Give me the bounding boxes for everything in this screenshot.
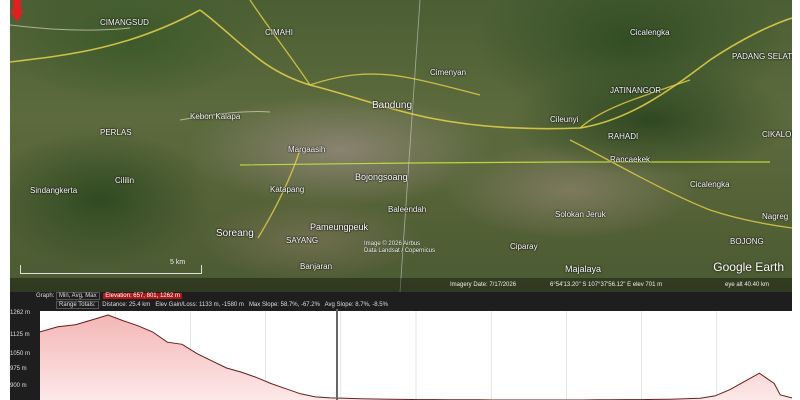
- road-south: [257, 79, 792, 239]
- place-label-cileunyi[interactable]: Cileunyi: [550, 115, 578, 124]
- elevation-plot[interactable]: [39, 311, 792, 400]
- place-label-cicalengka-south[interactable]: Cicalengka: [690, 180, 730, 189]
- google-earth-logo: Google Earth: [713, 260, 784, 274]
- satellite-map[interactable]: Bandung Cimenyan CIMAHI CIMANGSUD Cicale…: [10, 0, 792, 292]
- elevation-profile-panel: Graph: Min, Avg, Max Elevation: 657, 801…: [10, 292, 792, 400]
- road-north: [249, 0, 481, 96]
- profile-cursor-line[interactable]: [336, 309, 338, 400]
- place-label-padang-selatan[interactable]: PADANG SELATAN: [732, 52, 792, 61]
- place-label-margaasih[interactable]: Margaasih: [288, 145, 325, 154]
- eye-altitude: eye alt 40.40 km: [725, 282, 770, 288]
- place-label-kebon-kalapa[interactable]: Kebon Kalapa: [190, 112, 240, 121]
- range-totals-label[interactable]: Range Totals:: [56, 301, 99, 309]
- elevation-readout[interactable]: Elevation: 657, 801, 1262 m: [103, 293, 182, 299]
- place-label-baleendah[interactable]: Baleendah: [388, 205, 426, 214]
- y-tick-label: 900 m: [10, 383, 27, 389]
- y-tick-label: 1125 m: [10, 332, 30, 338]
- place-label-cimahi[interactable]: CIMAHI: [265, 28, 293, 37]
- place-label-bojongsoang[interactable]: Bojongsoang: [355, 172, 408, 182]
- graph-mode-button[interactable]: Min, Avg, Max: [56, 292, 100, 300]
- google-earth-window: Bandung Cimenyan CIMAHI CIMANGSUD Cicale…: [10, 0, 792, 400]
- place-label-banjaran[interactable]: Banjaran: [300, 262, 332, 271]
- place-label-jatinangor[interactable]: JATINANGOR: [610, 86, 661, 95]
- max-slope-readout: Max Slope: 58.7%, -67.2%: [248, 302, 320, 308]
- distance-readout: Distance: 25.4 km: [102, 302, 151, 308]
- graph-label: Graph:: [36, 293, 55, 299]
- profile-toolbar: Graph: Min, Avg, Max Elevation: 657, 801…: [10, 292, 792, 310]
- road-west: [10, 24, 271, 121]
- place-label-cimenyan[interactable]: Cimenyan: [430, 68, 466, 77]
- place-label-cimangsud[interactable]: CIMANGSUD: [100, 18, 149, 27]
- avg-slope-readout: Avg Slope: 8.7%, -8.5%: [324, 302, 388, 308]
- place-label-bandung[interactable]: Bandung: [372, 100, 412, 111]
- place-label-nagreg[interactable]: Nagreg: [762, 212, 788, 221]
- map-scale-bar: [20, 265, 202, 274]
- y-tick-label: 1050 m: [10, 351, 31, 357]
- place-label-cikalong[interactable]: CIKALONG: [762, 130, 792, 139]
- place-label-sayang[interactable]: SAYANG: [286, 236, 318, 245]
- place-label-solokan-jeruk[interactable]: Solokan Jeruk: [555, 210, 606, 219]
- imagery-date: Imagery Date: 7/17/2026: [450, 282, 517, 288]
- place-label-ciparay[interactable]: Ciparay: [510, 242, 538, 251]
- elevation-path: [239, 161, 770, 166]
- place-label-perlas[interactable]: PERLAS: [100, 128, 132, 137]
- y-tick-label: 975 m: [10, 366, 27, 372]
- map-status-bar: Imagery Date: 7/17/2026 6°54'13.20" S 10…: [10, 278, 792, 292]
- place-label-majalaya[interactable]: Majalaya: [565, 264, 601, 274]
- place-label-rahadi[interactable]: RAHADI: [608, 132, 638, 141]
- place-label-soreang[interactable]: Soreang: [216, 228, 254, 239]
- imagery-copyright: Image © 2026 Airbus Data Landsat / Coper…: [364, 241, 436, 254]
- elevation-chart[interactable]: [39, 311, 792, 400]
- place-label-pameungpeuk[interactable]: Pameungpeuk: [310, 222, 368, 232]
- place-label-katapang[interactable]: Katapang: [270, 185, 304, 194]
- elev-gain-readout: Elev Gain/Loss: 1133 m, -1580 m: [155, 302, 244, 308]
- place-label-cililin[interactable]: Cililin: [115, 176, 134, 185]
- place-label-bojong[interactable]: BOJONG: [730, 237, 764, 246]
- place-label-rancaekek[interactable]: Rancaekek: [610, 155, 650, 164]
- placemark-pin-icon[interactable]: [10, 0, 24, 22]
- place-label-cicalengka[interactable]: Cicalengka: [630, 28, 670, 37]
- place-label-sindangkerta[interactable]: Sindangkerta: [30, 186, 77, 195]
- y-tick-label: 1262 m: [10, 310, 31, 316]
- cursor-coordinates: 6°54'13.20" S 107°37'56.12" E elev 701 m: [550, 282, 663, 288]
- scale-label: 5 km: [170, 259, 186, 266]
